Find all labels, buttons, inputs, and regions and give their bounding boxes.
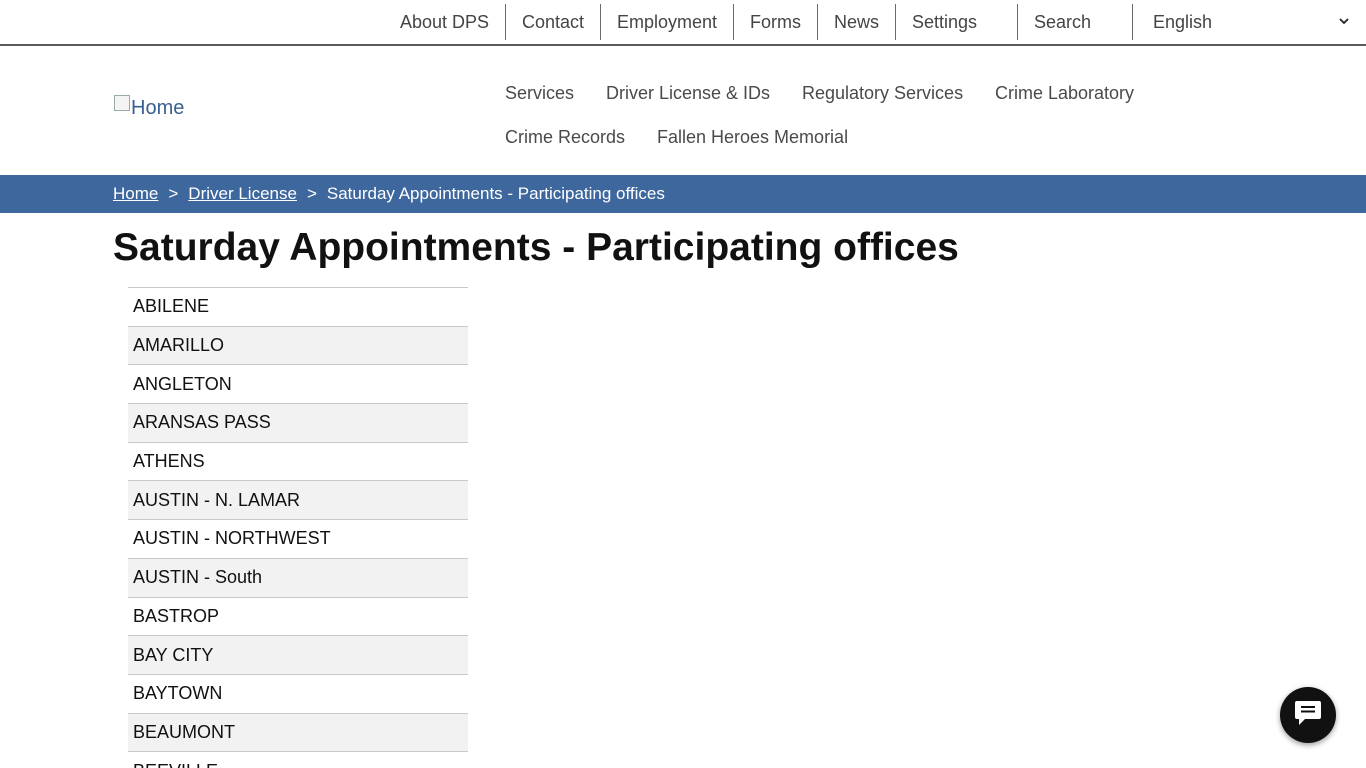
list-item: AMARILLO	[128, 325, 468, 365]
nav-services[interactable]: Services	[505, 82, 574, 104]
broken-image-icon	[114, 94, 130, 111]
breadcrumb-home-link[interactable]: Home	[113, 184, 158, 204]
list-item: BAY CITY	[128, 635, 468, 674]
nav-regulatory-services[interactable]: Regulatory Services	[802, 82, 963, 104]
list-item: ABILENE	[128, 287, 468, 326]
utility-bar: About DPS Contact Employment Forms News …	[0, 0, 1366, 46]
list-item: AUSTIN - NORTHWEST	[128, 519, 468, 558]
breadcrumb-current: Saturday Appointments - Participating of…	[326, 184, 665, 203]
logo-alt-text: Home	[131, 97, 185, 119]
breadcrumb: Home > Driver License > Saturday Appoint…	[0, 175, 1366, 213]
language-select[interactable]: English	[1132, 4, 1354, 40]
list-item: BEEVILLE	[128, 751, 468, 768]
home-logo-link[interactable]: Home	[114, 94, 185, 120]
list-item: BASTROP	[128, 596, 468, 636]
list-item: ARANSAS PASS	[128, 403, 468, 442]
search-link[interactable]: Search	[1018, 4, 1132, 40]
settings-link[interactable]: Settings	[896, 4, 1018, 40]
chat-bubble-icon	[1293, 699, 1323, 732]
list-item: BEAUMONT	[128, 712, 468, 752]
employment-link[interactable]: Employment	[601, 4, 734, 40]
news-link[interactable]: News	[818, 4, 896, 40]
chevron-down-icon	[1338, 14, 1350, 30]
list-item: BAYTOWN	[128, 673, 468, 713]
list-item: AUSTIN - South	[128, 557, 468, 597]
chat-button[interactable]	[1280, 687, 1336, 743]
breadcrumb-separator: >	[168, 184, 179, 203]
nav-driver-license-ids[interactable]: Driver License & IDs	[606, 82, 770, 104]
list-item: ANGLETON	[128, 364, 468, 403]
nav-fallen-heroes-memorial[interactable]: Fallen Heroes Memorial	[657, 126, 848, 148]
about-dps-link[interactable]: About DPS	[383, 4, 506, 40]
page-title: Saturday Appointments - Participating of…	[113, 226, 959, 269]
office-list: ABILENE AMARILLO ANGLETON ARANSAS PASS A…	[128, 287, 468, 768]
list-item: AUSTIN - N. LAMAR	[128, 480, 468, 520]
forms-link[interactable]: Forms	[734, 4, 818, 40]
nav-crime-records[interactable]: Crime Records	[505, 126, 625, 148]
language-value: English	[1153, 11, 1213, 32]
list-item: ATHENS	[128, 441, 468, 481]
nav-crime-laboratory[interactable]: Crime Laboratory	[995, 82, 1134, 104]
contact-link[interactable]: Contact	[506, 4, 601, 40]
breadcrumb-driver-license-link[interactable]: Driver License	[188, 184, 297, 204]
breadcrumb-separator: >	[306, 184, 317, 203]
